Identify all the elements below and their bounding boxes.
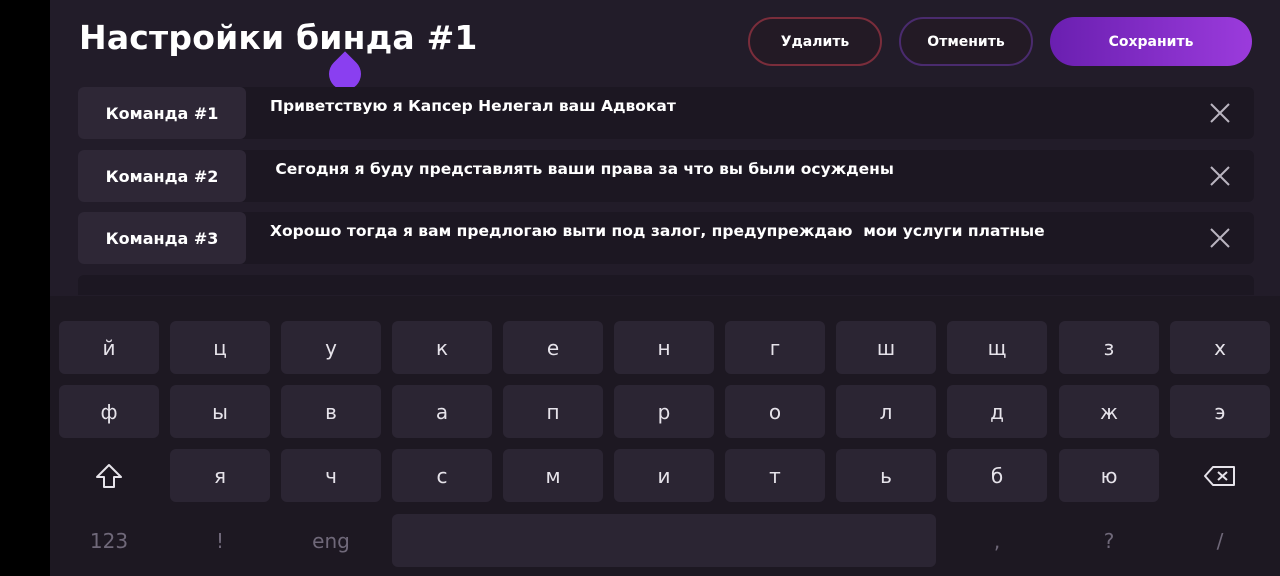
backspace-key[interactable] (1170, 449, 1270, 502)
command-row-1: Команда #1 Приветствую я Капсер Нелегал … (78, 87, 1254, 139)
shift-key[interactable] (59, 449, 159, 502)
command-text-input-2[interactable]: Сегодня я буду представлять ваши права з… (270, 160, 894, 178)
close-icon[interactable] (1208, 226, 1232, 250)
key-ы[interactable]: ы (170, 385, 270, 438)
key-ш[interactable]: ш (836, 321, 936, 374)
key-р[interactable]: р (614, 385, 714, 438)
delete-button[interactable]: Удалить (748, 17, 882, 66)
key-э[interactable]: э (1170, 385, 1270, 438)
numbers-key[interactable]: 123 (59, 514, 159, 567)
command-text-input-1[interactable]: Приветствую я Капсер Нелегал ваш Адвокат (270, 97, 676, 115)
close-icon[interactable] (1208, 101, 1232, 125)
key-л[interactable]: л (836, 385, 936, 438)
key-slash[interactable]: / (1170, 514, 1270, 567)
key-о[interactable]: о (725, 385, 825, 438)
key-question[interactable]: ? (1059, 514, 1159, 567)
key-comma[interactable]: , (947, 514, 1047, 567)
key-т[interactable]: т (725, 449, 825, 502)
key-ь[interactable]: ь (836, 449, 936, 502)
key-у[interactable]: у (281, 321, 381, 374)
cancel-button[interactable]: Отменить (899, 17, 1033, 66)
command-text-input-3[interactable]: Хорошо тогда я вам предлогаю выти под за… (270, 222, 1045, 240)
key-н[interactable]: н (614, 321, 714, 374)
key-б[interactable]: б (947, 449, 1047, 502)
key-г[interactable]: г (725, 321, 825, 374)
key-щ[interactable]: щ (947, 321, 1047, 374)
key-м[interactable]: м (503, 449, 603, 502)
key-е[interactable]: е (503, 321, 603, 374)
key-к[interactable]: к (392, 321, 492, 374)
on-screen-keyboard: й ц у к е н г ш щ з х ф ы в а п р о л д … (50, 296, 1280, 576)
shift-icon (96, 463, 122, 488)
key-ю[interactable]: ю (1059, 449, 1159, 502)
close-icon[interactable] (1208, 164, 1232, 188)
key-з[interactable]: з (1059, 321, 1159, 374)
language-key[interactable]: eng (281, 514, 381, 567)
key-а[interactable]: а (392, 385, 492, 438)
backspace-icon (1204, 465, 1235, 486)
key-я[interactable]: я (170, 449, 270, 502)
command-row-partial (78, 275, 1254, 295)
key-ц[interactable]: ц (170, 321, 270, 374)
key-ф[interactable]: ф (59, 385, 159, 438)
key-х[interactable]: х (1170, 321, 1270, 374)
command-label-3: Команда #3 (78, 212, 246, 264)
bind-settings-screen: Настройки бинда #1 Удалить Отменить Сохр… (50, 0, 1280, 576)
command-row-2: Команда #2 Сегодня я буду представлять в… (78, 150, 1254, 202)
command-label-2: Команда #2 (78, 150, 246, 202)
save-button[interactable]: Сохранить (1050, 17, 1252, 66)
key-в[interactable]: в (281, 385, 381, 438)
key-п[interactable]: п (503, 385, 603, 438)
command-row-3: Команда #3 Хорошо тогда я вам предлогаю … (78, 212, 1254, 264)
key-д[interactable]: д (947, 385, 1047, 438)
key-ж[interactable]: ж (1059, 385, 1159, 438)
command-label-1: Команда #1 (78, 87, 246, 139)
key-ч[interactable]: ч (281, 449, 381, 502)
key-exclamation[interactable]: ! (170, 514, 270, 567)
space-key[interactable] (392, 514, 936, 567)
page-title: Настройки бинда #1 (79, 18, 478, 57)
key-с[interactable]: с (392, 449, 492, 502)
key-й[interactable]: й (59, 321, 159, 374)
key-и[interactable]: и (614, 449, 714, 502)
